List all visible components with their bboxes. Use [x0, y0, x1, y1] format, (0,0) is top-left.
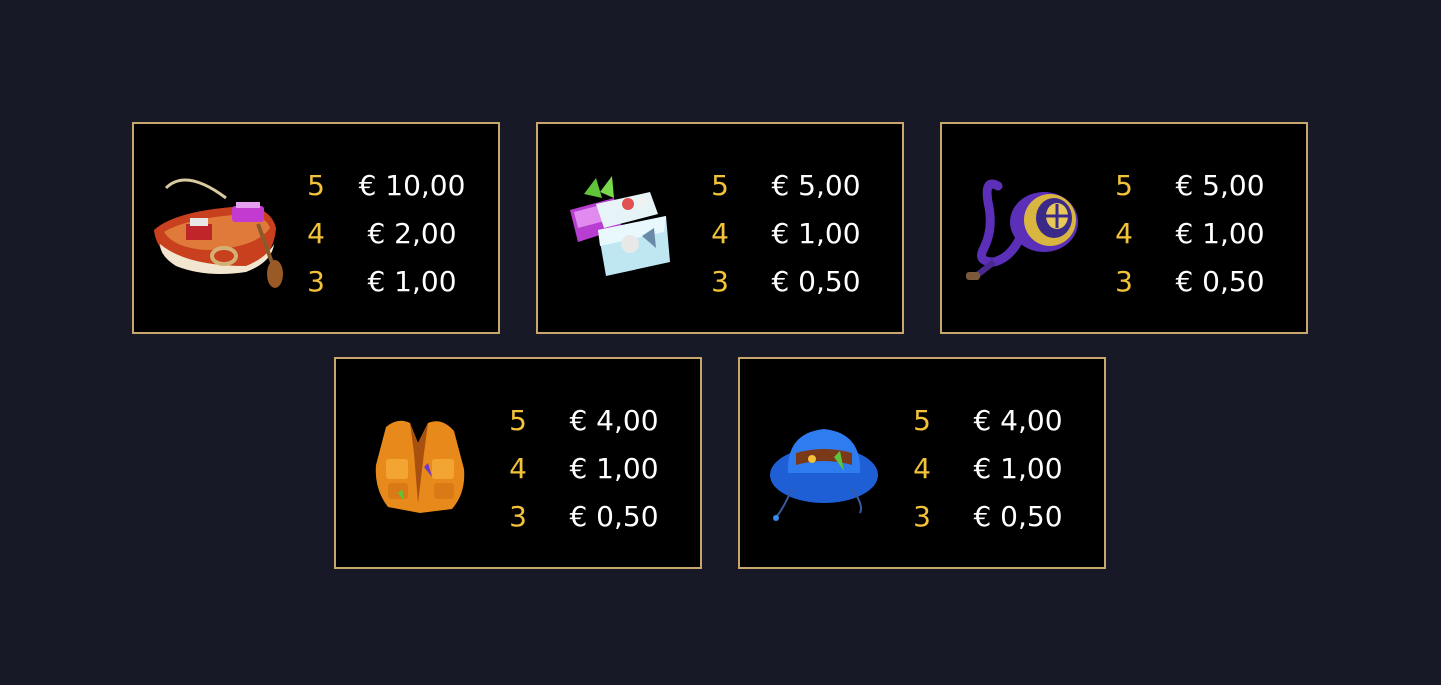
payout-row: 3 € 1,00: [304, 258, 484, 306]
payout-amount: € 5,00: [771, 169, 861, 202]
payout-list: 5 € 5,00 4 € 1,00 3 € 0,50: [1112, 162, 1292, 306]
fishing-reel-icon: [954, 158, 1094, 298]
payout-amount: € 1,00: [367, 265, 457, 298]
payout-row: 5 € 10,00: [304, 162, 484, 210]
symbol-count: 4: [711, 217, 729, 250]
payout-list: 5 € 10,00 4 € 2,00 3 € 1,00: [304, 162, 484, 306]
symbol-count: 4: [1115, 217, 1133, 250]
payout-row: 5 € 5,00: [1112, 162, 1292, 210]
bucket-hat-icon: [752, 393, 892, 533]
symbol-count: 5: [509, 404, 527, 437]
tackle-box-icon: [550, 158, 690, 298]
symbol-count: 4: [307, 217, 325, 250]
symbol-count: 5: [1115, 169, 1133, 202]
payout-row: 5 € 4,00: [506, 397, 686, 445]
payout-amount: € 2,00: [367, 217, 457, 250]
symbol-count: 3: [1115, 265, 1133, 298]
paytable-card-tackle-box: 5 € 5,00 4 € 1,00 3 € 0,50: [536, 122, 904, 334]
payout-amount: € 1,00: [771, 217, 861, 250]
payout-amount: € 0,50: [1175, 265, 1265, 298]
payout-amount: € 1,00: [973, 452, 1063, 485]
symbol-count: 3: [913, 500, 931, 533]
symbol-count: 5: [711, 169, 729, 202]
payout-row: 3 € 0,50: [506, 493, 686, 541]
symbol-count: 5: [913, 404, 931, 437]
payout-list: 5 € 4,00 4 € 1,00 3 € 0,50: [910, 397, 1090, 541]
fishing-vest-icon: [348, 393, 488, 533]
payout-amount: € 4,00: [973, 404, 1063, 437]
payout-row: 5 € 5,00: [708, 162, 888, 210]
paytable-card-fishing-vest: 5 € 4,00 4 € 1,00 3 € 0,50: [334, 357, 702, 569]
payout-row: 4 € 2,00: [304, 210, 484, 258]
payout-amount: € 1,00: [569, 452, 659, 485]
rowboat-icon: [146, 158, 286, 298]
payout-row: 4 € 1,00: [1112, 210, 1292, 258]
payout-row: 3 € 0,50: [910, 493, 1090, 541]
symbol-count: 4: [913, 452, 931, 485]
paytable-card-bucket-hat: 5 € 4,00 4 € 1,00 3 € 0,50: [738, 357, 1106, 569]
symbol-count: 5: [307, 169, 325, 202]
payout-row: 3 € 0,50: [708, 258, 888, 306]
symbol-count: 3: [509, 500, 527, 533]
paytable-card-fishing-reel: 5 € 5,00 4 € 1,00 3 € 0,50: [940, 122, 1308, 334]
payout-amount: € 10,00: [358, 169, 466, 202]
payout-row: 5 € 4,00: [910, 397, 1090, 445]
paytable-card-rowboat: 5 € 10,00 4 € 2,00 3 € 1,00: [132, 122, 500, 334]
symbol-count: 4: [509, 452, 527, 485]
payout-amount: € 0,50: [973, 500, 1063, 533]
payout-amount: € 1,00: [1175, 217, 1265, 250]
payout-amount: € 0,50: [771, 265, 861, 298]
payout-row: 4 € 1,00: [708, 210, 888, 258]
payout-amount: € 4,00: [569, 404, 659, 437]
symbol-count: 3: [307, 265, 325, 298]
payout-row: 4 € 1,00: [910, 445, 1090, 493]
payout-amount: € 5,00: [1175, 169, 1265, 202]
payout-row: 4 € 1,00: [506, 445, 686, 493]
payout-list: 5 € 4,00 4 € 1,00 3 € 0,50: [506, 397, 686, 541]
payout-amount: € 0,50: [569, 500, 659, 533]
payout-list: 5 € 5,00 4 € 1,00 3 € 0,50: [708, 162, 888, 306]
payout-row: 3 € 0,50: [1112, 258, 1292, 306]
symbol-count: 3: [711, 265, 729, 298]
